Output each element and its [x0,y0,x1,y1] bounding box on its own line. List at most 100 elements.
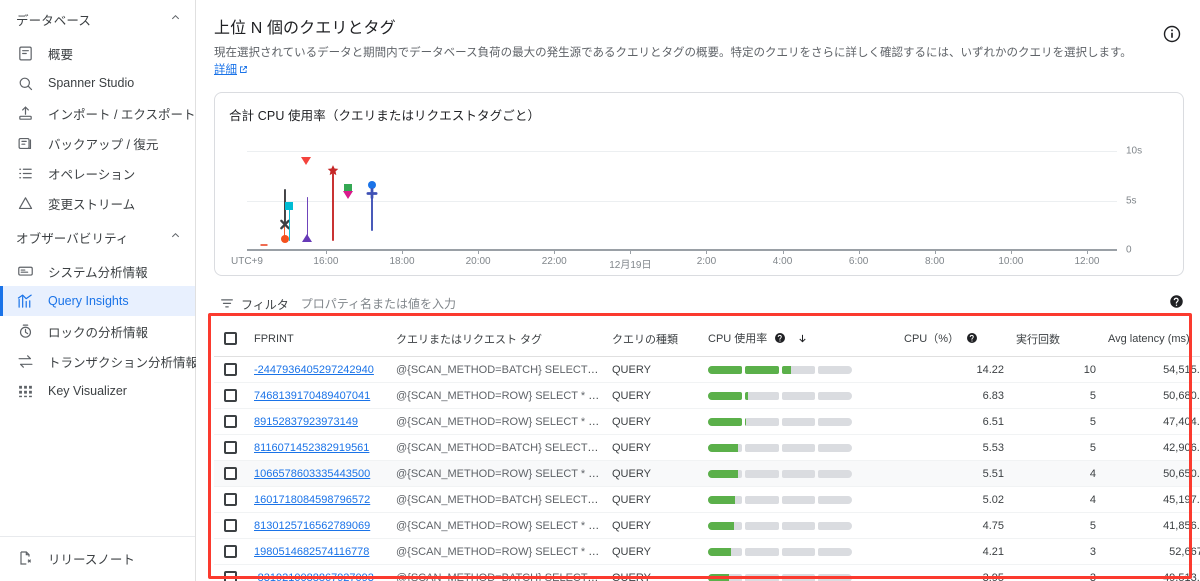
cell-query-kind: QUERY [606,434,702,462]
cell-fprint[interactable]: -8319210088867927093 [248,564,390,581]
fprint-link[interactable]: 8116071452382919561 [254,442,369,454]
cell-fprint[interactable]: 8130125716562789069 [248,512,390,540]
chart-plot-area[interactable]: 0 5s 10s UTC+9 16:00 18:00 20:00 22:00 12月19日 2:0… [231,136,1142,272]
sidebar-item-[interactable]: 概要 [0,38,195,68]
cell-fprint[interactable]: 89152837923973149 [248,408,390,436]
fprint-link[interactable]: 1980514682574116778 [254,546,369,558]
filter-icon[interactable] [220,297,234,311]
row-select-cell[interactable] [214,564,248,581]
column-header-cpu-usage[interactable]: CPU 使用率 [702,321,898,358]
table-row[interactable]: 8130125716562789069 @{SCAN_METHOD=ROW} SE… [214,512,1200,540]
column-header-fprint[interactable]: FPRINT [248,321,390,358]
chart-data-point[interactable] [280,234,289,243]
row-checkbox[interactable] [224,467,237,481]
filter-input[interactable] [300,297,1184,312]
row-checkbox[interactable] [224,415,237,429]
table-row[interactable]: 7468139170489407041 @{SCAN_METHOD=ROW} SE… [214,382,1200,410]
fprint-link[interactable]: 8130125716562789069 [254,520,370,532]
fprint-link[interactable]: -2447936405297242940 [254,364,374,376]
row-checkbox[interactable] [224,571,237,581]
help-circle-icon[interactable] [774,332,786,347]
cell-avg-latency: 50,680.55 [1102,382,1200,410]
row-checkbox[interactable] [224,519,237,533]
help-circle-icon[interactable] [966,332,978,347]
sidebar-item-[interactable]: システム分析情報 [0,256,195,286]
table-row[interactable]: -2447936405297242940 @{SCAN_METHOD=BATCH}… [214,356,1200,384]
cpu-usage-bar-segment [818,547,852,556]
row-checkbox[interactable] [224,545,237,559]
table-row[interactable]: -8319210088867927093 @{SCAN_METHOD=BATCH}… [214,564,1200,581]
row-select-cell[interactable] [214,434,248,462]
row-checkbox[interactable] [224,493,237,507]
sidebar-item-[interactable]: インポート / エクスポート [0,98,196,128]
select-all-checkbox[interactable] [224,332,237,346]
table-row[interactable]: 1066578603335443500 @{SCAN_METHOD=ROW} SE… [214,460,1200,488]
sidebar-section-header[interactable]: オブザーバビリティ [0,218,195,256]
chart-body[interactable]: 0 5s 10s UTC+9 16:00 18:00 20:00 22:00 12月19日 2:0… [229,128,1169,276]
table-row[interactable]: 1601718084598796572 @{SCAN_METHOD=BATCH} … [214,486,1200,514]
row-select-cell[interactable] [214,486,248,514]
column-header-cpu-percent[interactable]: CPU（%） [898,321,1010,358]
chart-data-point[interactable] [301,157,312,166]
column-header-query-tag[interactable]: クエリまたはリクエスト タグ [390,321,606,358]
column-header-query-kind[interactable]: クエリの種類 [606,321,702,358]
chart-data-point[interactable] [342,190,353,199]
cell-query-tag: @{SCAN_METHOD=BATCH} SELECT * FR… [390,486,606,514]
sidebar-item-[interactable]: オペレーション [0,158,195,188]
column-header-exec-count[interactable]: 実行回数 [1010,321,1102,358]
chart-x-tick [858,250,860,255]
help-circle-icon[interactable] [1169,294,1184,314]
row-checkbox[interactable] [224,389,237,403]
fprint-link[interactable]: 1066578603335443500 [254,468,370,480]
column-header-select-all[interactable] [214,321,248,358]
chart-data-point[interactable] [326,164,339,182]
sidebar-item-key-visualizer[interactable]: Key Visualizer [0,376,195,406]
row-select-cell[interactable] [214,408,248,436]
sidebar-item-[interactable]: 変更ストリーム [0,188,195,218]
cell-fprint[interactable]: 7468139170489407041 [248,382,390,410]
query-kind-text: QUERY [612,415,651,428]
row-select-cell[interactable] [214,460,248,488]
cell-fprint[interactable]: 1980514682574116778 [248,538,390,566]
row-checkbox[interactable] [224,441,237,455]
sidebar-item-[interactable]: バックアップ / 復元 [0,128,195,158]
sidebar-item-release-notes[interactable]: リリースノート [0,543,195,573]
row-select-cell[interactable] [214,512,248,540]
table-row[interactable]: 1980514682574116778 @{SCAN_METHOD=ROW} SE… [214,538,1200,566]
info-circle-icon[interactable] [1162,24,1182,44]
chart-data-point[interactable] [285,202,294,211]
chart-data-point[interactable] [260,243,268,246]
chart-data-point[interactable] [302,233,313,242]
table-row[interactable]: 8116071452382919561 @{SCAN_METHOD=BATCH} … [214,434,1200,462]
fprint-link[interactable]: 89152837923973149 [254,416,358,428]
fprint-link[interactable]: -8319210088867927093 [254,572,374,581]
sidebar-item-spanner-studio[interactable]: Spanner Studio [0,68,195,98]
sidebar-item-[interactable]: トランザクション分析情報 [0,346,198,376]
query-insights-icon [16,292,34,310]
sidebar-item-query-insights[interactable]: Query Insights [0,286,195,316]
fprint-link[interactable]: 7468139170489407041 [254,390,370,402]
table-row[interactable]: 89152837923973149 @{SCAN_METHOD=ROW} SELE… [214,408,1200,436]
cell-exec-count: 5 [1010,434,1102,462]
row-select-cell[interactable] [214,538,248,566]
cell-cpu-percent: 5.02 [898,486,1010,514]
chevron-up-icon[interactable] [170,230,181,244]
cell-fprint[interactable]: 1066578603335443500 [248,460,390,488]
chart-data-point[interactable] [366,186,378,204]
column-header-avg-latency[interactable]: Avg latency (ms) [1102,321,1200,358]
sort-descending-icon[interactable] [797,333,808,347]
chevron-up-icon[interactable] [170,12,181,26]
cell-fprint[interactable]: 1601718084598796572 [248,486,390,514]
learn-more-link[interactable]: 詳細 [214,64,248,76]
row-checkbox[interactable] [224,363,237,377]
chart-y-tick-label: 5s [1126,195,1137,207]
sidebar-section-header[interactable]: データベース [0,0,195,38]
fprint-link[interactable]: 1601718084598796572 [254,494,370,506]
sidebar-item-[interactable]: ロックの分析情報 [0,316,195,346]
row-select-cell[interactable] [214,382,248,410]
cpu-usage-bar-segment [818,495,852,504]
cell-fprint[interactable]: 8116071452382919561 [248,434,390,462]
cell-fprint[interactable]: -2447936405297242940 [248,356,390,384]
row-select-cell[interactable] [214,356,248,384]
